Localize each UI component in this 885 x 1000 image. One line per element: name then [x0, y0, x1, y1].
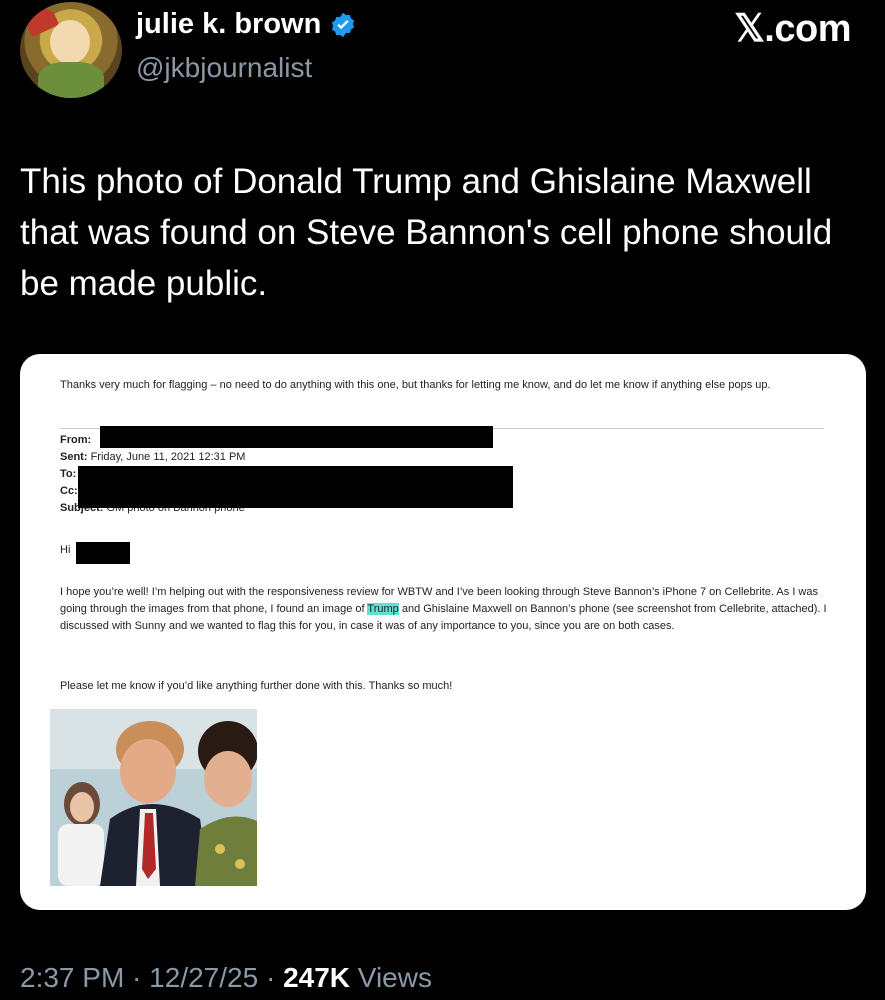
email-greeting: Hi: [60, 544, 71, 556]
tweet-time[interactable]: 2:37 PM: [20, 962, 124, 993]
from-label: From:: [60, 434, 92, 446]
attached-photo: [50, 709, 257, 886]
views-count: 247K: [283, 962, 350, 993]
avatar-body-graphic: [38, 62, 104, 98]
views-label: Views: [357, 962, 432, 993]
redaction-name: [76, 542, 130, 564]
cc-label: Cc:: [60, 485, 78, 497]
author-avatar[interactable]: [20, 2, 122, 98]
email-body: I hope you’re well! I’m helping out with…: [60, 584, 830, 635]
redaction-to-cc: [78, 466, 513, 508]
x-logo: 𝕏.com: [734, 8, 851, 50]
tweet-text: This photo of Donald Trump and Ghislaine…: [20, 162, 833, 303]
sent-label: Sent:: [60, 451, 88, 463]
tweet-date[interactable]: 12/27/25: [149, 962, 258, 993]
sent-value: Friday, June 11, 2021 12:31 PM: [90, 451, 246, 463]
avatar-face-graphic: [50, 20, 90, 64]
author-handle[interactable]: @jkbjournalist: [136, 52, 312, 84]
email-closing: Please let me know if you’d like anythin…: [60, 680, 453, 692]
photo-illustration: [50, 709, 257, 886]
redaction-from: [100, 426, 493, 448]
author-name-row[interactable]: julie k. brown: [136, 8, 357, 41]
tweet-meta: 2:37 PM · 12/27/25 · 247K Views: [20, 962, 432, 993]
highlighted-word: Trump: [367, 603, 399, 615]
attached-image[interactable]: Thanks very much for flagging – no need …: [20, 354, 866, 910]
email-intro: Thanks very much for flagging – no need …: [60, 379, 771, 391]
verified-badge-icon: [332, 12, 355, 37]
author-name[interactable]: julie k. brown: [136, 8, 321, 41]
to-label: To:: [60, 468, 77, 480]
